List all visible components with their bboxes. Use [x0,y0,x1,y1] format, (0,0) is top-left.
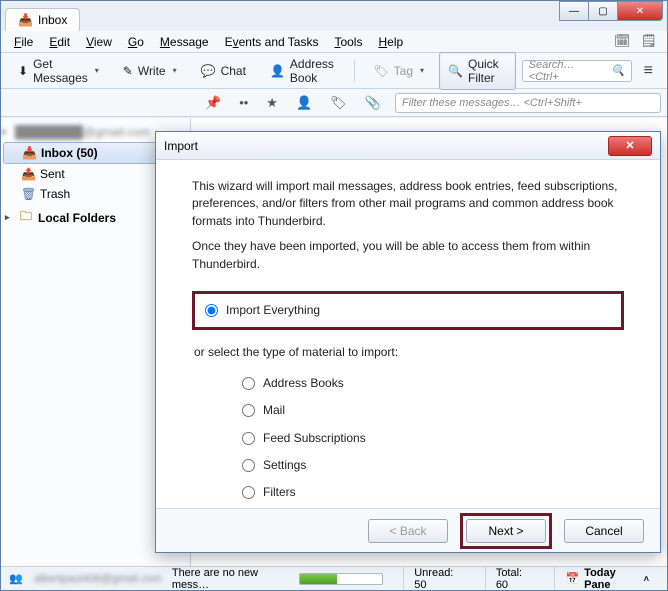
radio-import-everything[interactable] [205,304,218,317]
chevron-down-icon: ▾ [173,66,177,75]
dialog-intro-2: Once they have been imported, you will b… [192,238,624,273]
status-bar: 👥 albertpaul408@gmail.com There are no n… [1,566,667,590]
tag-filter-icon[interactable]: 🏷 [326,93,351,113]
dialog-intro-1: This wizard will import mail messages, a… [192,178,624,230]
unread-count: Unread: 50 [403,567,475,590]
calendar-icon[interactable]: 🗓 [614,33,631,49]
dialog-title: Import [164,139,608,153]
tasks-icon[interactable]: 🗒 [640,33,657,49]
minimize-button[interactable]: — [559,1,589,21]
chevron-down-icon: ▾ [95,66,99,75]
filter-messages-input[interactable]: Filter these messages… <Ctrl+Shift+ [395,93,661,113]
address-book-button[interactable]: 👤 Address Book [261,52,348,90]
dialog-close-button[interactable]: ✕ [608,136,652,156]
trash-icon: 🗑 [21,187,35,201]
menu-go[interactable]: Go [121,33,151,51]
download-icon: ⬇ [18,64,28,78]
tab-inbox[interactable]: 📥 Inbox [5,8,80,31]
chat-button[interactable]: 💬 Chat [192,59,255,83]
expand-icon[interactable]: ▸ [5,212,14,223]
menu-help[interactable]: Help [371,33,410,51]
maximize-button[interactable]: ▢ [588,1,618,21]
unread-filter-icon[interactable]: •• [235,93,252,112]
option-import-everything[interactable]: Import Everything [192,291,624,330]
close-button[interactable]: ✕ [617,1,663,21]
menu-view[interactable]: View [79,33,119,51]
radio-settings[interactable] [242,459,255,472]
quick-filter-bar: 📌 •• ★ 👤 🏷 📎 Filter these messages… <Ctr… [1,89,667,117]
progress-bar [299,573,383,585]
menu-file[interactable]: File [7,33,40,51]
radio-feed-subscriptions[interactable] [242,432,255,445]
status-chat-icon[interactable]: 👥 [9,572,24,585]
option-mail[interactable]: Mail [238,397,624,424]
attachment-filter-icon[interactable]: 📎 [361,93,385,113]
sent-icon: 📤 [21,167,35,181]
quick-filter-button[interactable]: 🔍 Quick Filter [439,52,516,90]
inbox-icon: 📥 [22,146,36,160]
app-menu-button[interactable]: ≡ [638,62,659,80]
star-filter-icon[interactable]: ★ [262,93,282,113]
menu-edit[interactable]: Edit [42,33,77,51]
cancel-button[interactable]: Cancel [564,519,644,543]
calendar-icon: 📅 [565,572,579,585]
import-dialog: Import ✕ This wizard will import mail me… [155,131,661,553]
pin-icon[interactable]: 📌 [201,93,225,113]
folder-icon: 🗀 [19,207,33,228]
menubar: File Edit View Go Message Events and Tas… [1,31,667,53]
radio-filters[interactable] [242,486,255,499]
option-address-books[interactable]: Address Books [238,370,624,397]
radio-mail[interactable] [242,404,255,417]
total-count: Total: 60 [485,567,545,590]
addressbook-icon: 👤 [270,64,285,78]
chevron-up-icon: ˄ [644,574,649,584]
next-button[interactable]: Next > [466,519,546,543]
option-feed-subscriptions[interactable]: Feed Subscriptions [238,425,624,452]
toolbar: ⬇ Get Messages ▾ ✎ Write ▾ 💬 Chat 👤 Addr… [1,53,667,89]
contact-filter-icon[interactable]: 👤 [292,93,316,113]
search-icon: 🔍 [611,64,625,77]
back-button[interactable]: < Back [368,519,448,543]
status-message: There are no new mess… [172,567,290,591]
menu-tools[interactable]: Tools [327,33,369,51]
option-settings[interactable]: Settings [238,452,624,479]
tag-button[interactable]: 🏷 Tag ▾ [364,59,433,83]
tag-icon: 🏷 [373,64,388,78]
collapse-icon[interactable]: ▾ [1,127,10,138]
chat-icon: 💬 [201,64,216,78]
inbox-icon: 📥 [18,13,32,27]
pencil-icon: ✎ [123,64,133,78]
today-pane-button[interactable]: 📅 Today Pane ˄ [554,567,659,590]
search-input[interactable]: Search… <Ctrl+ 🔍 [522,60,632,82]
option-filters[interactable]: Filters [238,479,624,506]
menu-events[interactable]: Events and Tasks [218,33,326,51]
status-account: albertpaul408@gmail.com [34,573,162,585]
tab-label: Inbox [38,13,67,27]
import-subhead: or select the type of material to import… [194,344,624,361]
chevron-down-icon: ▾ [420,66,424,75]
filter-icon: 🔍 [448,64,463,78]
menu-message[interactable]: Message [153,33,216,51]
write-button[interactable]: ✎ Write ▾ [114,59,186,83]
radio-address-books[interactable] [242,377,255,390]
get-messages-button[interactable]: ⬇ Get Messages ▾ [9,52,108,90]
